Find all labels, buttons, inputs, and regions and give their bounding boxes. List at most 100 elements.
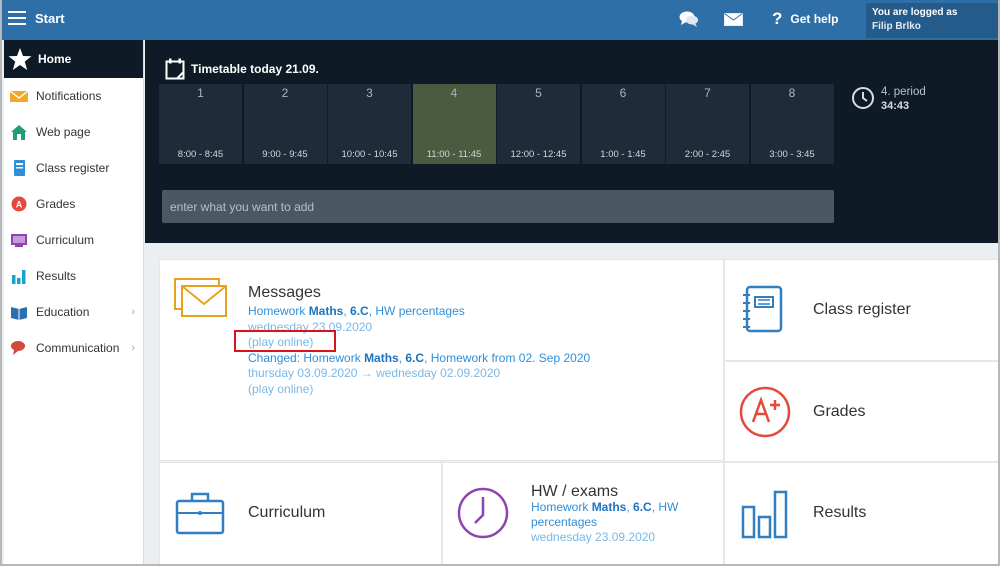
- sidebar-item-home[interactable]: Home: [4, 40, 143, 78]
- user-account-box[interactable]: You are logged as Filip Brlko: [866, 3, 998, 38]
- envelope-icon[interactable]: [724, 13, 743, 26]
- slot-time: 9:00 - 9:45: [262, 149, 308, 160]
- hamburger-menu-icon[interactable]: [8, 11, 26, 27]
- chevron-right-icon: ›: [131, 306, 135, 318]
- hw-link[interactable]: Homework Maths, 6.C, HW percentages: [531, 500, 678, 529]
- curriculum-label: Curriculum: [248, 504, 326, 521]
- results-label: Results: [813, 504, 867, 521]
- timetable-slots: 1 8:00 - 8:45 2 9:00 - 9:45 3 10:00 - 10:45…: [159, 84, 835, 164]
- hw-prefix: Homework: [531, 500, 592, 514]
- envelope-icon: [10, 90, 28, 102]
- hw-list: Homework Maths, 6.C, HW percentages wedn…: [531, 500, 711, 545]
- timetable-slot[interactable]: 3 10:00 - 10:45: [328, 84, 411, 164]
- message-link[interactable]: Homework Maths, 6.C, HW percentages: [248, 304, 708, 320]
- app-title[interactable]: Start: [35, 11, 65, 26]
- slot-time: 8:00 - 8:45: [177, 149, 224, 160]
- message-class: 6.C: [350, 304, 369, 318]
- timetable-slot[interactable]: 1 8:00 - 8:45: [159, 84, 242, 164]
- sidebar-item-label: Class register: [36, 161, 110, 175]
- slot-number: 4: [450, 86, 458, 100]
- star-icon: [8, 48, 32, 70]
- grades-label: Grades: [813, 403, 866, 420]
- slot-number: 2: [281, 86, 289, 100]
- sidebar-item-results[interactable]: Results: [4, 258, 143, 294]
- curriculum-icon: [11, 234, 27, 247]
- clock-icon: [457, 487, 509, 539]
- message-rest: , Homework from 02. Sep 2020: [424, 350, 591, 365]
- play-online-link[interactable]: (play online): [248, 335, 708, 351]
- timetable-title: Timetable today 21.09.: [191, 62, 319, 76]
- message-rest: , HW percentages: [368, 304, 465, 318]
- timetable-slot[interactable]: 8 3:00 - 3:45: [750, 84, 834, 164]
- class-register-label: Class register: [813, 301, 911, 318]
- message-subject: Maths: [308, 304, 344, 318]
- slot-time: 11:00 - 11:45: [426, 149, 482, 160]
- slot-number: 6: [619, 86, 627, 100]
- calendar-icon: [165, 58, 185, 80]
- period-timer: 34:43: [881, 100, 910, 112]
- slot-time: 2:00 - 2:45: [684, 149, 731, 160]
- clock-icon: [852, 87, 874, 109]
- timetable-slot[interactable]: 7 2:00 - 2:45: [666, 84, 749, 164]
- message-class: 6.C: [405, 350, 425, 365]
- user-name: Filip Brlko: [872, 21, 921, 32]
- slot-number: 5: [535, 86, 542, 100]
- chevron-right-icon: ›: [131, 342, 135, 354]
- sidebar: Home Notifications Web page Class regist…: [4, 40, 144, 564]
- sidebar-item-web-page[interactable]: Web page: [4, 114, 143, 150]
- message-prefix: Changed: Homework: [248, 350, 365, 365]
- house-icon: [11, 125, 27, 140]
- briefcase-icon: [175, 492, 225, 535]
- sidebar-item-label: Education: [36, 305, 90, 319]
- sidebar-item-label: Web page: [36, 125, 91, 139]
- sidebar-item-communication[interactable]: Communication ›: [4, 330, 143, 366]
- grades-tile[interactable]: Grades: [724, 361, 998, 462]
- curriculum-tile[interactable]: Curriculum: [159, 462, 442, 564]
- timetable-slot[interactable]: 5 12:00 - 12:45: [497, 84, 580, 164]
- sidebar-item-education[interactable]: Education ›: [4, 294, 143, 330]
- sidebar-item-label: Curriculum: [36, 233, 95, 247]
- messages-tile[interactable]: Messages Homework Maths, 6.C, HW percent…: [159, 259, 724, 461]
- bar-chart-icon: [12, 270, 26, 284]
- app-frame: Start ? Get help You are logged as Filip…: [0, 0, 1000, 566]
- play-online-link[interactable]: (play online): [248, 382, 708, 398]
- hw-exams-tile[interactable]: HW / exams Homework Maths, 6.C, HW perce…: [442, 462, 724, 564]
- add-item-input[interactable]: [162, 190, 834, 223]
- get-help-label: Get help: [790, 12, 839, 26]
- sidebar-item-notifications[interactable]: Notifications: [4, 78, 143, 114]
- slot-time: 3:00 - 3:45: [769, 149, 815, 160]
- chat-bubbles-icon[interactable]: [679, 10, 699, 28]
- messages-list: Homework Maths, 6.C, HW percentages wedn…: [248, 304, 708, 397]
- slot-time: 10:00 - 10:45: [341, 149, 398, 160]
- message-link[interactable]: Changed: Homework Maths, 6.C, Homework f…: [248, 351, 708, 367]
- results-tile[interactable]: Results: [724, 462, 998, 564]
- timetable-slot[interactable]: 2 9:00 - 9:45: [243, 84, 327, 164]
- notebook-icon: [14, 160, 25, 176]
- hw-exams-title: HW / exams: [531, 483, 619, 500]
- speech-icon: [11, 341, 25, 355]
- timetable-header: Timetable today 21.09.: [165, 58, 319, 80]
- get-help-button[interactable]: ? Get help: [772, 8, 838, 30]
- sidebar-item-grades[interactable]: A Grades: [4, 186, 143, 222]
- message-prefix: Homework: [248, 304, 309, 318]
- sidebar-item-class-register[interactable]: Class register: [4, 150, 143, 186]
- slot-number: 1: [197, 86, 204, 100]
- grade-icon: A: [11, 196, 27, 212]
- class-register-tile[interactable]: Class register: [724, 259, 998, 361]
- hw-class: 6.C: [633, 500, 652, 514]
- timetable-slot[interactable]: 6 1:00 - 1:45: [581, 84, 665, 164]
- question-mark-icon: ?: [772, 9, 783, 28]
- messages-title: Messages: [248, 284, 321, 301]
- timetable-slot-current[interactable]: 4 11:00 - 11:45: [412, 84, 496, 164]
- grade-a-plus-icon: [739, 386, 791, 438]
- top-bar: Start ? Get help You are logged as Filip…: [2, 0, 998, 40]
- sidebar-item-label: Notifications: [36, 89, 102, 103]
- sidebar-item-curriculum[interactable]: Curriculum: [4, 222, 143, 258]
- slot-number: 7: [704, 86, 711, 100]
- slot-number: 3: [366, 86, 373, 100]
- svg-text:A: A: [16, 200, 23, 210]
- hw-subject: Maths: [591, 500, 627, 514]
- timetable-panel: Timetable today 21.09. 1 8:00 - 8:45 2 9:0…: [145, 40, 998, 243]
- sidebar-item-label: Communication: [36, 341, 120, 355]
- slot-time: 12:00 - 12:45: [510, 149, 567, 160]
